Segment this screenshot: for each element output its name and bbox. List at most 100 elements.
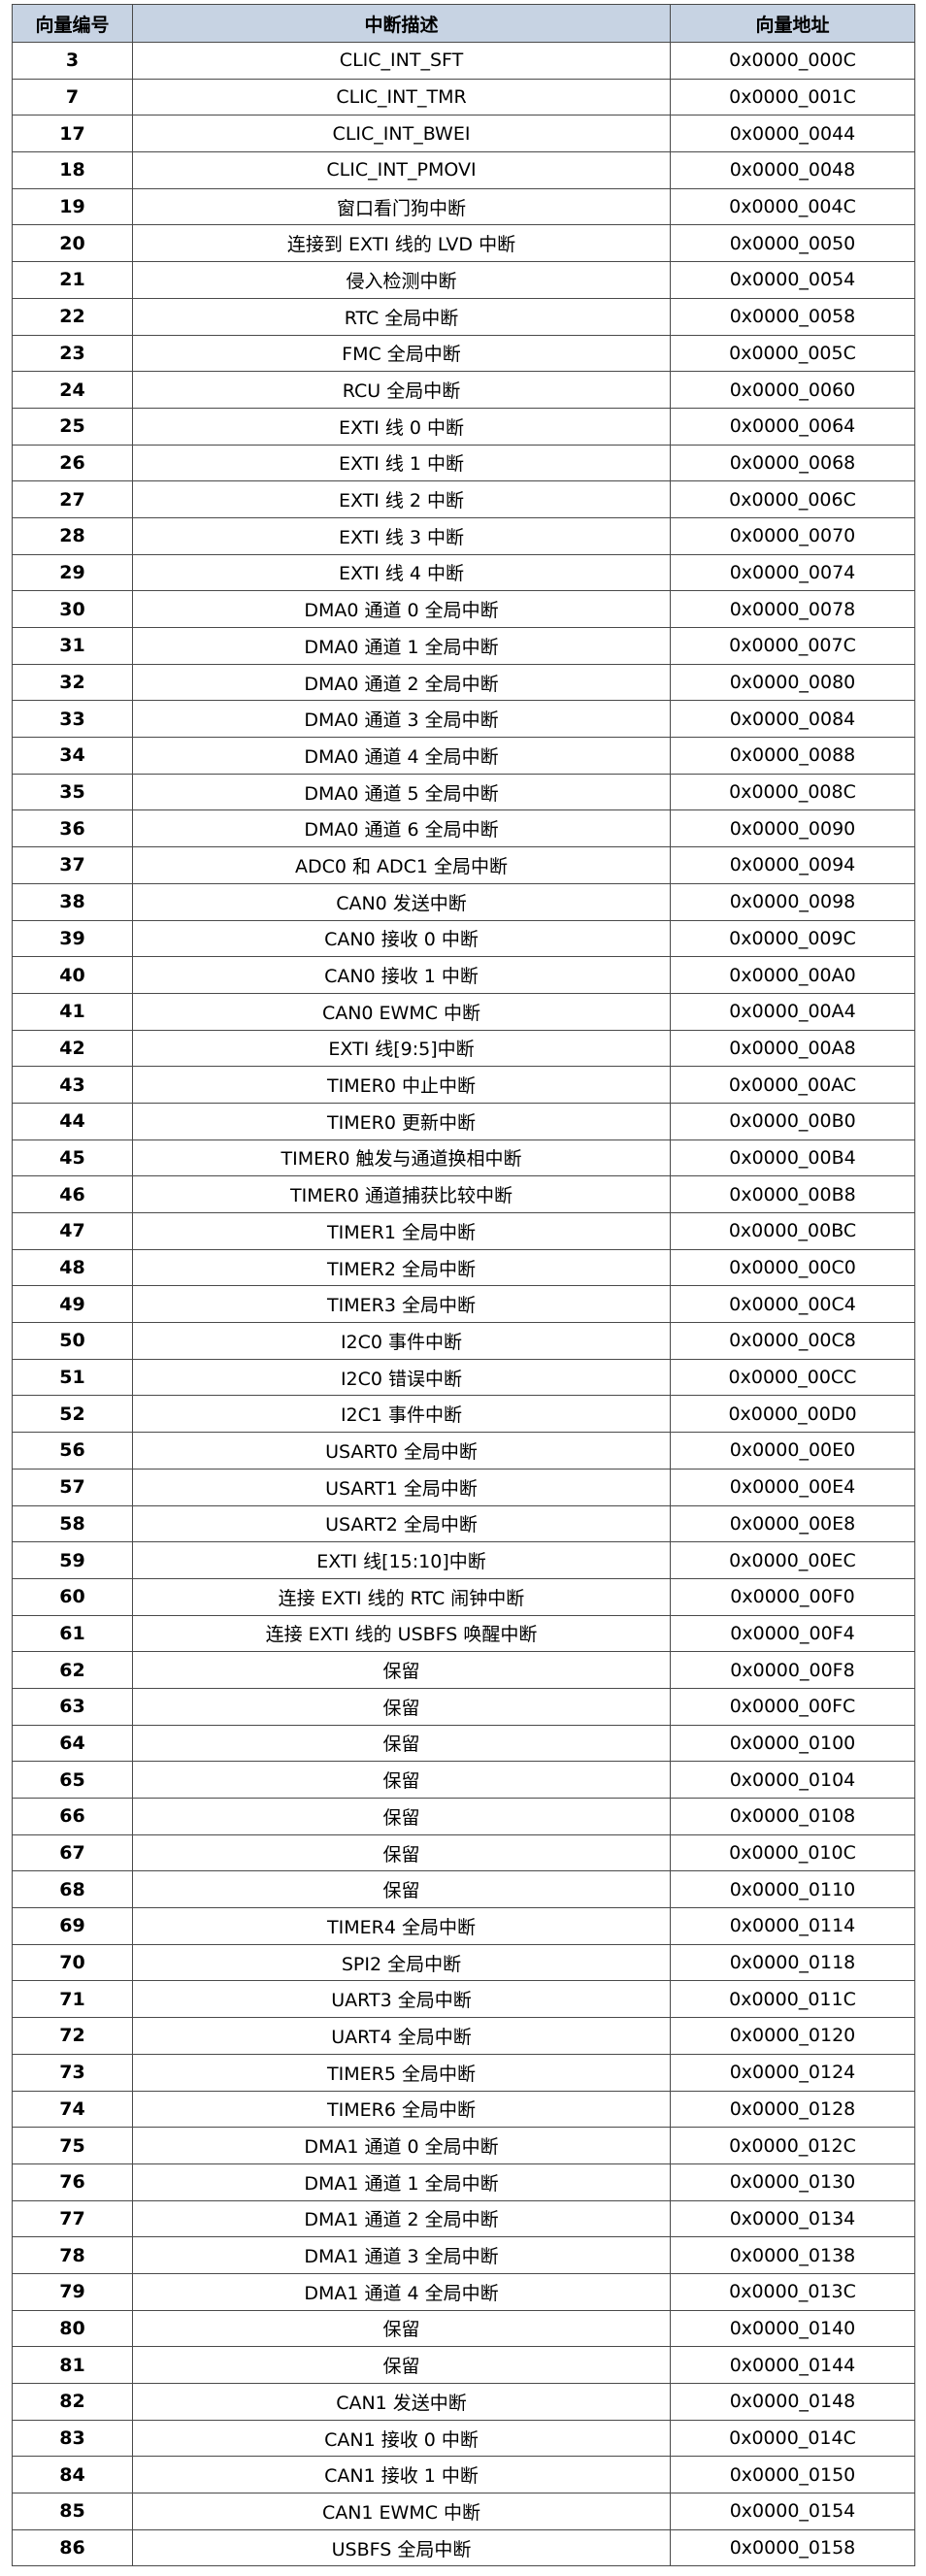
header-vector-address: 向量地址: [670, 4, 915, 43]
vector-address-cell: 0x0000_00EC: [670, 1541, 915, 1579]
interrupt-description-cell: DMA0 通道 5 全局中断: [132, 773, 671, 811]
vector-number-cell: 56: [12, 1432, 133, 1470]
table-row: 18 CLIC_INT_PMOVI 0x0000_0048: [12, 151, 915, 189]
vector-address-cell: 0x0000_0088: [670, 737, 915, 775]
interrupt-description-cell: USBFS 全局中断: [132, 2528, 671, 2567]
header-interrupt-description: 中断描述: [132, 4, 671, 43]
vector-number-cell: 22: [12, 297, 133, 336]
table-row: 42 EXTI 线[9:5]中断 0x0000_00A8: [12, 1029, 915, 1068]
vector-number-cell: 82: [12, 2383, 133, 2421]
vector-address-cell: 0x0000_00C8: [670, 1322, 915, 1360]
interrupt-description-cell: RTC 全局中断: [132, 297, 671, 336]
table-row: 86 USBFS 全局中断 0x0000_0158: [12, 2528, 915, 2567]
interrupt-description-cell: 保留: [132, 2346, 671, 2384]
vector-address-cell: 0x0000_00F4: [670, 1614, 915, 1653]
vector-address-cell: 0x0000_00A4: [670, 992, 915, 1031]
vector-number-cell: 64: [12, 1724, 133, 1763]
vector-address-cell: 0x0000_0058: [670, 297, 915, 336]
interrupt-description-cell: DMA1 通道 1 全局中断: [132, 2163, 671, 2201]
table-row: 17 CLIC_INT_BWEI 0x0000_0044: [12, 115, 915, 153]
interrupt-description-cell: CAN1 接收 0 中断: [132, 2419, 671, 2458]
interrupt-description-cell: DMA1 通道 0 全局中断: [132, 2127, 671, 2164]
interrupt-description-cell: EXTI 线[15:10]中断: [132, 1541, 671, 1579]
interrupt-description-cell: 保留: [132, 1651, 671, 1689]
table-row: 64 保留 0x0000_0100: [12, 1724, 915, 1763]
interrupt-description-cell: CAN1 EWMC 中断: [132, 2493, 671, 2530]
interrupt-description-cell: 侵入检测中断: [132, 261, 671, 299]
vector-number-cell: 66: [12, 1798, 133, 1835]
table-row: 20 连接到 EXTI 线的 LVD 中断 0x0000_0050: [12, 224, 915, 263]
table-row: 45 TIMER0 触发与通道换相中断 0x0000_00B4: [12, 1139, 915, 1177]
vector-address-cell: 0x0000_0054: [670, 261, 915, 299]
vector-address-cell: 0x0000_0070: [670, 516, 915, 555]
interrupt-description-cell: USART2 全局中断: [132, 1504, 671, 1543]
interrupt-description-cell: TIMER5 全局中断: [132, 2053, 671, 2092]
vector-number-cell: 39: [12, 919, 133, 958]
table-header: 向量编号 中断描述 向量地址: [12, 4, 915, 43]
table-row: 47 TIMER1 全局中断 0x0000_00BC: [12, 1212, 915, 1250]
vector-number-cell: 62: [12, 1651, 133, 1689]
table-body: 3 CLIC_INT_SFT 0x0000_000C 7 CLIC_INT_TMR 0x0…: [12, 42, 915, 2567]
interrupt-description-cell: 连接到 EXTI 线的 LVD 中断: [132, 224, 671, 263]
interrupt-description-cell: EXTI 线[9:5]中断: [132, 1029, 671, 1068]
table-row: 72 UART4 全局中断 0x0000_0120: [12, 2017, 915, 2055]
interrupt-description-cell: 保留: [132, 1761, 671, 1799]
vector-address-cell: 0x0000_0048: [670, 151, 915, 189]
vector-address-cell: 0x0000_00F8: [670, 1651, 915, 1689]
interrupt-description-cell: CAN1 接收 1 中断: [132, 2456, 671, 2494]
vector-address-cell: 0x0000_0124: [670, 2053, 915, 2092]
vector-number-cell: 29: [12, 553, 133, 592]
interrupt-description-cell: DMA1 通道 2 全局中断: [132, 2199, 671, 2238]
table-row: 37 ADC0 和 ADC1 全局中断 0x0000_0094: [12, 846, 915, 884]
table-row: 35 DMA0 通道 5 全局中断 0x0000_008C: [12, 773, 915, 811]
interrupt-description-cell: CLIC_INT_BWEI: [132, 115, 671, 153]
table-row: 75 DMA1 通道 0 全局中断 0x0000_012C: [12, 2127, 915, 2164]
vector-number-cell: 69: [12, 1907, 133, 1945]
table-row: 57 USART1 全局中断 0x0000_00E4: [12, 1468, 915, 1506]
vector-number-cell: 73: [12, 2053, 133, 2092]
interrupt-description-cell: 保留: [132, 1687, 671, 1726]
vector-number-cell: 28: [12, 516, 133, 555]
vector-address-cell: 0x0000_0114: [670, 1907, 915, 1945]
vector-number-cell: 81: [12, 2346, 133, 2384]
table-row: 51 I2C0 错误中断 0x0000_00CC: [12, 1358, 915, 1397]
vector-address-cell: 0x0000_0104: [670, 1761, 915, 1799]
table-row: 40 CAN0 接收 1 中断 0x0000_00A0: [12, 956, 915, 994]
vector-address-cell: 0x0000_00AC: [670, 1066, 915, 1104]
vector-number-cell: 51: [12, 1358, 133, 1397]
vector-number-cell: 38: [12, 882, 133, 921]
interrupt-description-cell: UART3 全局中断: [132, 1980, 671, 2019]
interrupt-description-cell: FMC 全局中断: [132, 334, 671, 373]
vector-address-cell: 0x0000_00FC: [670, 1687, 915, 1726]
vector-address-cell: 0x0000_0120: [670, 2017, 915, 2055]
vector-address-cell: 0x0000_0150: [670, 2456, 915, 2494]
interrupt-description-cell: 窗口看门狗中断: [132, 187, 671, 226]
interrupt-description-cell: I2C1 事件中断: [132, 1395, 671, 1434]
vector-table: 向量编号 中断描述 向量地址 3 CLIC_INT_SFT 0x0000_000C 7…: [12, 4, 915, 2567]
vector-address-cell: 0x0000_0118: [670, 1943, 915, 1982]
vector-number-cell: 25: [12, 407, 133, 446]
vector-address-cell: 0x0000_0128: [670, 2090, 915, 2129]
vector-number-cell: 17: [12, 115, 133, 153]
vector-number-cell: 72: [12, 2017, 133, 2055]
vector-address-cell: 0x0000_013C: [670, 2272, 915, 2311]
interrupt-description-cell: TIMER1 全局中断: [132, 1212, 671, 1250]
interrupt-description-cell: EXTI 线 2 中断: [132, 480, 671, 518]
interrupt-description-cell: TIMER4 全局中断: [132, 1907, 671, 1945]
table-row: 77 DMA1 通道 2 全局中断 0x0000_0134: [12, 2199, 915, 2238]
vector-number-cell: 48: [12, 1248, 133, 1287]
vector-address-cell: 0x0000_0090: [670, 809, 915, 848]
table-row: 61 连接 EXTI 线的 USBFS 唤醒中断 0x0000_00F4: [12, 1614, 915, 1653]
vector-number-cell: 58: [12, 1504, 133, 1543]
table-row: 83 CAN1 接收 0 中断 0x0000_014C: [12, 2419, 915, 2458]
table-row: 62 保留 0x0000_00F8: [12, 1651, 915, 1689]
vector-address-cell: 0x0000_012C: [670, 2127, 915, 2164]
table-row: 48 TIMER2 全局中断 0x0000_00C0: [12, 1248, 915, 1287]
vector-address-cell: 0x0000_00B0: [670, 1102, 915, 1140]
vector-address-cell: 0x0000_0060: [670, 371, 915, 409]
table-row: 69 TIMER4 全局中断 0x0000_0114: [12, 1907, 915, 1945]
interrupt-description-cell: TIMER0 更新中断: [132, 1102, 671, 1140]
vector-address-cell: 0x0000_009C: [670, 919, 915, 958]
vector-address-cell: 0x0000_0154: [670, 2493, 915, 2530]
table-row: 29 EXTI 线 4 中断 0x0000_0074: [12, 553, 915, 592]
